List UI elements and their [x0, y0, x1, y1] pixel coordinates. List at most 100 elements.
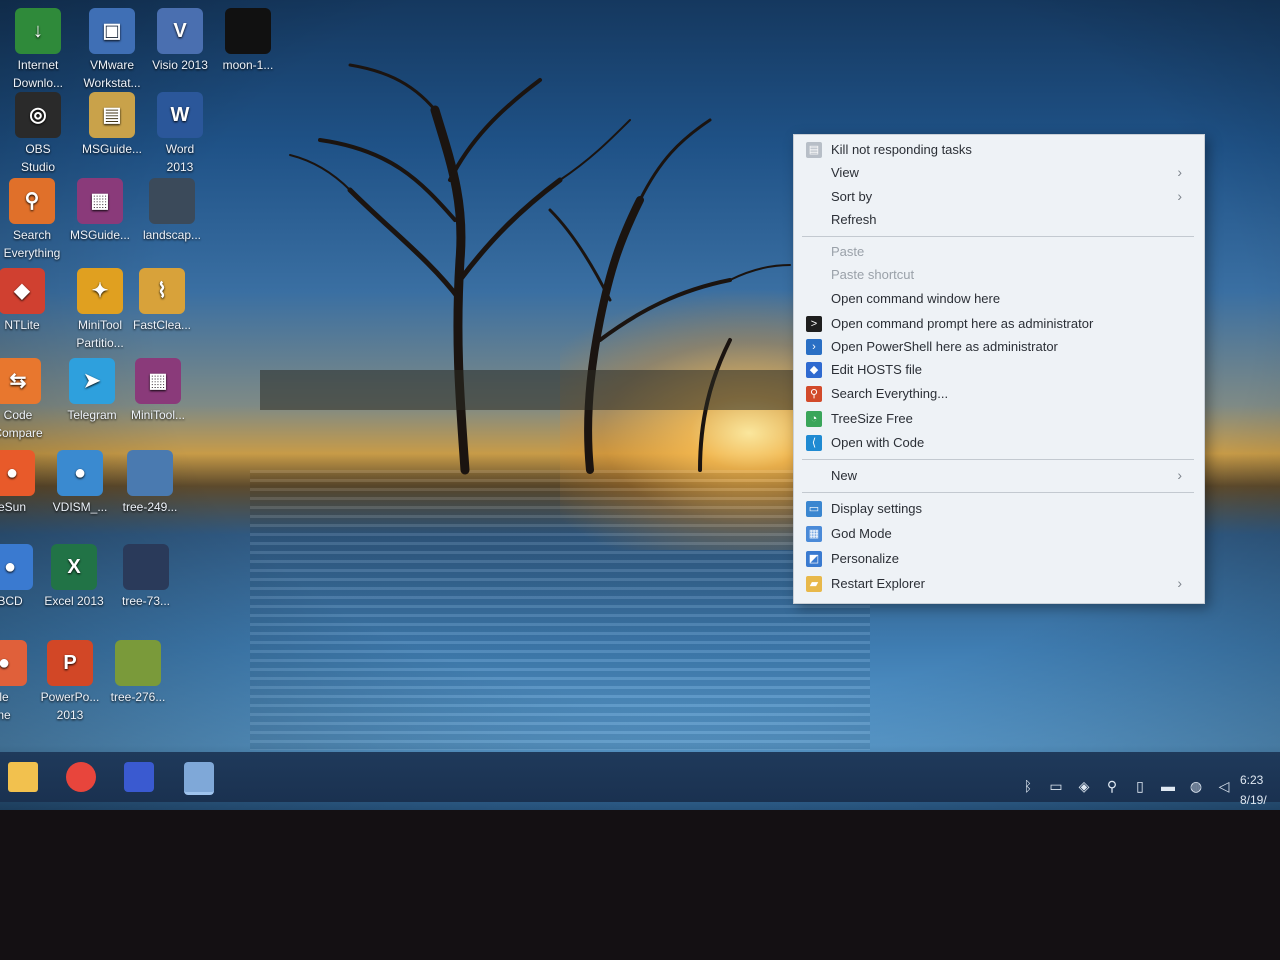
desktop-icon[interactable]: ● VDISM_...	[40, 450, 120, 516]
image-file-icon	[225, 8, 271, 54]
desktop-icon[interactable]: ⇆ Code Compare	[0, 358, 58, 442]
desktop-icon[interactable]: tree-249...	[110, 450, 190, 516]
menu-item-kill-not-responding-tasks[interactable]: ▤ Kill not responding tasks	[794, 139, 1204, 161]
usb-icon[interactable]: ▯	[1132, 778, 1148, 794]
menu-item-label: Personalize	[831, 551, 899, 566]
desktop-icon[interactable]: W Word 2013	[140, 92, 220, 176]
image-file-icon	[115, 640, 161, 686]
desktop-icon[interactable]: ◎ OBS Studio	[0, 92, 78, 176]
menu-separator	[802, 459, 1194, 460]
task-view-icon[interactable]: ▭	[1048, 778, 1064, 794]
clock-time: 6:23	[1240, 773, 1264, 787]
search-everything-tray-icon[interactable]: ⚲	[1104, 778, 1120, 794]
code-compare-icon: ⇆	[0, 358, 41, 404]
menu-item-paste-shortcut: Paste shortcut	[794, 264, 1204, 286]
chrome-icon[interactable]	[66, 762, 96, 792]
menu-item-new[interactable]: New ›	[794, 465, 1204, 487]
menu-item-search-everything[interactable]: ⚲ Search Everything...	[794, 383, 1204, 405]
desktop-icon[interactable]: ▦ MiniTool...	[118, 358, 198, 424]
menu-item-label: TreeSize Free	[831, 411, 913, 426]
desktop-icon[interactable]: ◆ NTLite	[0, 268, 62, 334]
menu-item-paste: Paste	[794, 241, 1204, 263]
app-icon: ●	[57, 450, 103, 496]
menu-item-sort-by[interactable]: Sort by ›	[794, 186, 1204, 208]
terminal-icon: >	[806, 316, 822, 332]
menu-item-restart-explorer[interactable]: ▰ Restart Explorer ›	[794, 573, 1204, 595]
desktop-icon[interactable]: X Excel 2013	[34, 544, 114, 610]
image-file-icon	[149, 178, 195, 224]
defender-icon[interactable]: ◈	[1076, 778, 1092, 794]
volume-icon[interactable]: ◁	[1216, 778, 1232, 794]
battery-icon[interactable]: ▬	[1160, 778, 1176, 794]
menu-item-god-mode[interactable]: ▦ God Mode	[794, 523, 1204, 545]
desktop-icon-label: tree-73...	[121, 594, 171, 608]
menu-separator	[802, 492, 1194, 493]
desktop-icon-label: Excel 2013	[44, 594, 104, 608]
menu-item-label: Search Everything...	[831, 386, 949, 401]
menu-item-label: Open command window here	[831, 291, 1001, 306]
powershell-icon: ›	[806, 339, 822, 355]
desktop-icon-label: tree-249...	[122, 500, 178, 514]
wallpaper-water-reflection	[250, 470, 870, 750]
menu-item-open-with-code[interactable]: ⟨ Open with Code	[794, 432, 1204, 454]
menu-item-label: God Mode	[831, 526, 892, 541]
menu-item-label: Display settings	[831, 501, 923, 516]
desktop-icon[interactable]: tree-73...	[106, 544, 186, 610]
ntlite-icon: ◆	[0, 268, 45, 314]
desktop-icon-label: tree-276...	[110, 690, 166, 704]
network-icon[interactable]: ◍	[1188, 778, 1204, 794]
menu-item-label: Paste	[831, 244, 865, 259]
menu-item-label: Paste shortcut	[831, 267, 915, 282]
chevron-right-icon: ›	[1177, 164, 1182, 180]
menu-item-view[interactable]: View ›	[794, 162, 1204, 184]
telegram-icon: ➤	[69, 358, 115, 404]
desktop-icon[interactable]: tree-276...	[98, 640, 178, 706]
app-active-icon[interactable]	[184, 762, 214, 795]
desktop-icon-label: moon-1...	[222, 58, 274, 72]
menu-item-label: Restart Explorer	[831, 576, 925, 591]
archive-icon: ▤	[89, 92, 135, 138]
display-icon: ▭	[806, 501, 822, 517]
menu-item-edit-hosts-file[interactable]: ◆ Edit HOSTS file	[794, 359, 1204, 381]
desktop-icon-label: NTLite	[4, 318, 40, 332]
app-icon: ●	[0, 544, 33, 590]
desktop-context-menu: ▤ Kill not responding tasks View › Sort by › R…	[793, 134, 1205, 604]
media-player-icon[interactable]	[124, 762, 154, 792]
menu-item-treesize-free[interactable]: ◔ TreeSize Free	[794, 408, 1204, 430]
image-file-icon	[123, 544, 169, 590]
desktop-icon[interactable]: moon-1...	[208, 8, 288, 74]
chevron-right-icon: ›	[1177, 575, 1182, 591]
menu-item-open-command-prompt-here-as-administrator[interactable]: > Open command prompt here as administrat…	[794, 313, 1204, 335]
desktop-icon[interactable]: ⌇ FastClea...	[122, 268, 202, 334]
broom-icon: ⌇	[139, 268, 185, 314]
menu-item-label: New	[831, 468, 858, 483]
desktop-icon-label: MiniTool...	[130, 408, 186, 422]
menu-item-display-settings[interactable]: ▭ Display settings	[794, 498, 1204, 520]
minitool-icon: ✦	[77, 268, 123, 314]
word-icon: W	[157, 92, 203, 138]
menu-item-label: View	[831, 165, 859, 180]
excel-icon: X	[51, 544, 97, 590]
bluetooth-icon[interactable]: ᛒ	[1020, 778, 1036, 794]
desktop-icon[interactable]: ▦ MSGuide...	[60, 178, 140, 244]
menu-item-open-command-window-here[interactable]: Open command window here	[794, 288, 1204, 310]
winrar-icon: ▦	[77, 178, 123, 224]
desktop-icon-label: OBS Studio	[20, 142, 56, 174]
app-icon: ●	[0, 450, 35, 496]
control-panel-icon: ▦	[806, 526, 822, 542]
menu-item-label: Sort by	[831, 189, 873, 204]
desktop-icon[interactable]: ↓ Internet Downlo...	[0, 8, 78, 92]
visio-icon: V	[157, 8, 203, 54]
powerpoint-icon: P	[47, 640, 93, 686]
taskbar-clock[interactable]: 6:23 8/19/	[1240, 770, 1267, 810]
desktop-icon[interactable]: landscap...	[132, 178, 212, 244]
shield-icon: ◆	[806, 362, 822, 378]
personalize-icon: ◩	[806, 551, 822, 567]
clock-date: 8/19/	[1240, 793, 1267, 807]
file-explorer-icon[interactable]	[8, 762, 38, 792]
obs-icon: ◎	[15, 92, 61, 138]
menu-item-refresh[interactable]: Refresh	[794, 209, 1204, 231]
menu-item-personalize[interactable]: ◩ Personalize	[794, 548, 1204, 570]
menu-item-label: Kill not responding tasks	[831, 142, 972, 157]
menu-item-open-powershell-here-as-administrator[interactable]: › Open PowerShell here as administrator	[794, 336, 1204, 358]
